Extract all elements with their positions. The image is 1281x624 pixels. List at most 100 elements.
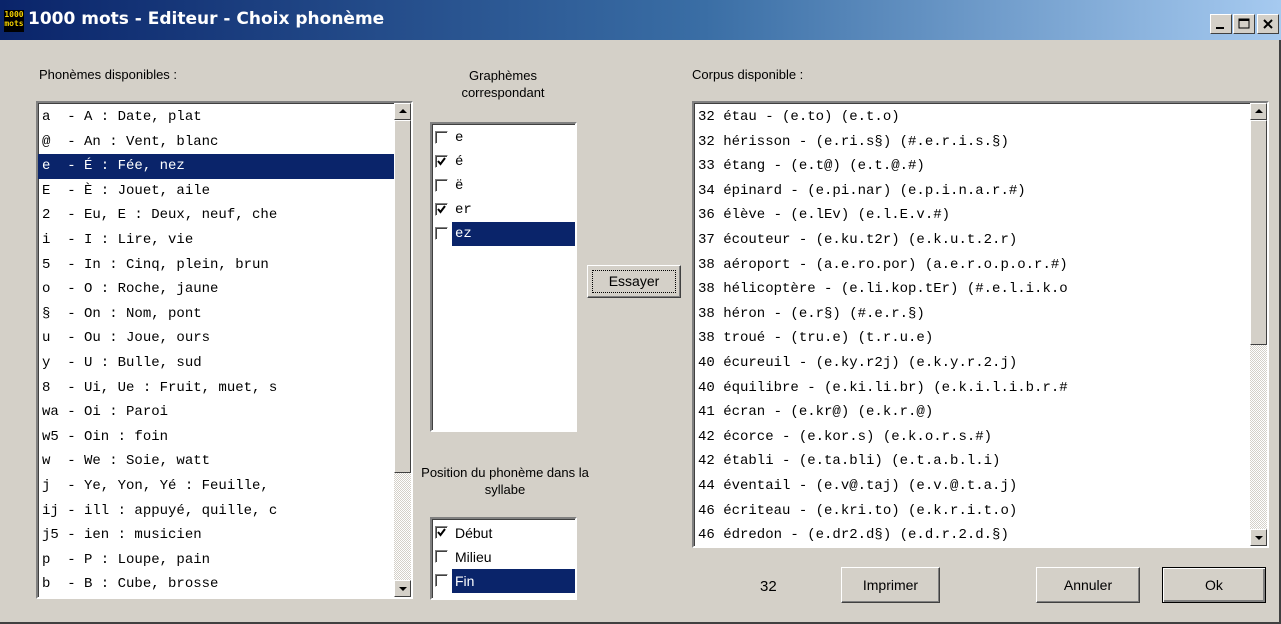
- phoneme-item[interactable]: 2 - Eu, E : Deux, neuf, che: [38, 203, 394, 228]
- grapheme-item-label: ë: [455, 178, 464, 194]
- phoneme-item[interactable]: wa - Oi : Paroi: [38, 400, 394, 425]
- phoneme-item[interactable]: i - I : Lire, vie: [38, 228, 394, 253]
- arrow-up-icon: [399, 109, 407, 113]
- maximize-button[interactable]: [1233, 14, 1255, 34]
- checkbox-checked[interactable]: [435, 526, 448, 539]
- phoneme-item[interactable]: e - É : Fée, nez: [38, 154, 394, 179]
- phoneme-item[interactable]: p - P : Loupe, pain: [38, 548, 394, 573]
- phoneme-item[interactable]: j - Ye, Yon, Yé : Feuille,: [38, 474, 394, 499]
- corpus-scrollbar[interactable]: [1250, 103, 1267, 546]
- ok-button[interactable]: Ok: [1162, 567, 1266, 603]
- corpus-item[interactable]: 38 troué - (tru.e) (t.r.u.e): [694, 326, 1250, 351]
- phoneme-item[interactable]: w - We : Soie, watt: [38, 449, 394, 474]
- corpus-item[interactable]: 36 élève - (e.lEv) (e.l.E.v.#): [694, 203, 1250, 228]
- phoneme-item[interactable]: w5 - Oin : foin: [38, 425, 394, 450]
- phonemes-listbox[interactable]: a - A : Date, plat @ - An : Vent, blanc e …: [36, 101, 413, 599]
- position-label: Position du phonème dans la syllabe: [421, 465, 589, 497]
- position-list: Début Milieu Fin: [432, 521, 575, 593]
- phoneme-item[interactable]: u - Ou : Joue, ours: [38, 326, 394, 351]
- phonemes-scrollbar[interactable]: [394, 103, 411, 597]
- position-item[interactable]: Milieu: [432, 545, 575, 569]
- arrow-up-icon: [1255, 109, 1263, 113]
- corpus-listbox[interactable]: 32 étau - (e.to) (e.t.o) 32 hérisson - (e…: [692, 101, 1269, 548]
- phoneme-item[interactable]: E - È : Jouet, aile: [38, 179, 394, 204]
- grapheme-item-label: ez: [452, 222, 575, 246]
- corpus-item[interactable]: 44 éventail - (e.v@.taj) (e.v.@.t.a.j): [694, 474, 1250, 499]
- position-item-label: Milieu: [455, 549, 492, 565]
- editor-window: 1000 mots 1000 mots - Editeur - Choix ph…: [0, 0, 1281, 624]
- checkbox-unchecked[interactable]: [435, 227, 448, 240]
- arrow-down-icon: [399, 587, 407, 591]
- grapheme-item[interactable]: er: [432, 198, 575, 222]
- close-button[interactable]: [1257, 14, 1279, 34]
- grapheme-item[interactable]: ë: [432, 174, 575, 198]
- position-listbox[interactable]: Début Milieu Fin: [430, 517, 577, 600]
- phoneme-item[interactable]: 5 - In : Cinq, plein, brun: [38, 253, 394, 278]
- corpus-item[interactable]: 37 écouteur - (e.ku.t2r) (e.k.u.t.2.r): [694, 228, 1250, 253]
- title-bar[interactable]: 1000 mots 1000 mots - Editeur - Choix ph…: [0, 0, 1281, 40]
- grapheme-item[interactable]: é: [432, 150, 575, 174]
- corpus-item[interactable]: 38 hélicoptère - (e.li.kop.tEr) (#.e.l.i…: [694, 277, 1250, 302]
- maximize-icon: [1238, 18, 1250, 29]
- position-item[interactable]: Début: [432, 521, 575, 545]
- grapheme-item-label: e: [455, 130, 464, 146]
- scroll-thumb[interactable]: [394, 120, 411, 473]
- scroll-thumb[interactable]: [1250, 120, 1267, 345]
- grapheme-item-label: é: [455, 154, 464, 170]
- cancel-button[interactable]: Annuler: [1036, 567, 1140, 603]
- corpus-item[interactable]: 41 écran - (e.kr@) (e.k.r.@): [694, 400, 1250, 425]
- grapheme-item[interactable]: e: [432, 126, 575, 150]
- corpus-item[interactable]: 46 écriteau - (e.kri.to) (e.k.r.i.t.o): [694, 499, 1250, 524]
- minimize-icon: [1216, 27, 1224, 29]
- corpus-item[interactable]: 38 héron - (e.r§) (#.e.r.§): [694, 302, 1250, 327]
- scroll-down-button[interactable]: [1250, 529, 1267, 546]
- checkbox-unchecked[interactable]: [435, 131, 448, 144]
- phonemes-label: Phonèmes disponibles :: [39, 67, 178, 82]
- graphemes-listbox[interactable]: e é ë er ez: [430, 122, 577, 432]
- corpus-item[interactable]: 33 étang - (e.t@) (e.t.@.#): [694, 154, 1250, 179]
- phoneme-item[interactable]: 8 - Ui, Ue : Fruit, muet, s: [38, 376, 394, 401]
- checkbox-unchecked[interactable]: [435, 179, 448, 192]
- corpus-item[interactable]: 34 épinard - (e.pi.nar) (e.p.i.n.a.r.#): [694, 179, 1250, 204]
- scroll-down-button[interactable]: [394, 580, 411, 597]
- scroll-up-button[interactable]: [394, 103, 411, 120]
- grapheme-item-label: er: [455, 202, 472, 218]
- corpus-item[interactable]: 46 édredon - (e.dr2.d§) (e.d.r.2.d.§): [694, 523, 1250, 546]
- phoneme-item[interactable]: o - O : Roche, jaune: [38, 277, 394, 302]
- minimize-button[interactable]: [1210, 14, 1232, 34]
- phoneme-item[interactable]: b - B : Cube, brosse: [38, 572, 394, 597]
- grapheme-item[interactable]: ez: [432, 222, 575, 246]
- position-item-label: Fin: [452, 569, 575, 593]
- checkbox-unchecked[interactable]: [435, 574, 448, 587]
- corpus-item[interactable]: 32 hérisson - (e.ri.s§) (#.e.r.i.s.§): [694, 130, 1250, 155]
- checkbox-checked[interactable]: [435, 155, 448, 168]
- phoneme-item[interactable]: ij - ill : appuyé, quille, c: [38, 499, 394, 524]
- corpus-label: Corpus disponible :: [692, 67, 804, 82]
- check-mark-icon: [437, 528, 446, 537]
- scroll-up-button[interactable]: [1250, 103, 1267, 120]
- app-logo-icon: 1000 mots: [4, 10, 24, 32]
- position-item[interactable]: Fin: [432, 569, 575, 593]
- close-icon: [1263, 19, 1273, 29]
- phonemes-list: a - A : Date, plat @ - An : Vent, blanc e …: [38, 105, 394, 597]
- corpus-item[interactable]: 32 étau - (e.to) (e.t.o): [694, 105, 1250, 130]
- corpus-item[interactable]: 42 écorce - (e.kor.s) (e.k.o.r.s.#): [694, 425, 1250, 450]
- try-button[interactable]: Essayer: [587, 265, 681, 298]
- corpus-item[interactable]: 38 aéroport - (a.e.ro.por) (a.e.r.o.p.o.…: [694, 253, 1250, 278]
- print-button[interactable]: Imprimer: [841, 567, 940, 603]
- corpus-count: 32: [760, 578, 777, 595]
- checkbox-unchecked[interactable]: [435, 550, 448, 563]
- corpus-item[interactable]: 40 écureuil - (e.ky.r2j) (e.k.y.r.2.j): [694, 351, 1250, 376]
- phoneme-item[interactable]: § - On : Nom, pont: [38, 302, 394, 327]
- corpus-item[interactable]: 42 établi - (e.ta.bli) (e.t.a.b.l.i): [694, 449, 1250, 474]
- phoneme-item[interactable]: y - U : Bulle, sud: [38, 351, 394, 376]
- corpus-list: 32 étau - (e.to) (e.t.o) 32 hérisson - (e…: [694, 105, 1250, 546]
- graphemes-label: Graphèmes correspondant: [461, 68, 545, 100]
- phoneme-item[interactable]: a - A : Date, plat: [38, 105, 394, 130]
- corpus-item[interactable]: 40 équilibre - (e.ki.li.br) (e.k.i.l.i.b…: [694, 376, 1250, 401]
- check-mark-icon: [437, 157, 446, 166]
- checkbox-checked[interactable]: [435, 203, 448, 216]
- phoneme-item[interactable]: @ - An : Vent, blanc: [38, 130, 394, 155]
- phoneme-item[interactable]: j5 - ien : musicien: [38, 523, 394, 548]
- arrow-down-icon: [1255, 536, 1263, 540]
